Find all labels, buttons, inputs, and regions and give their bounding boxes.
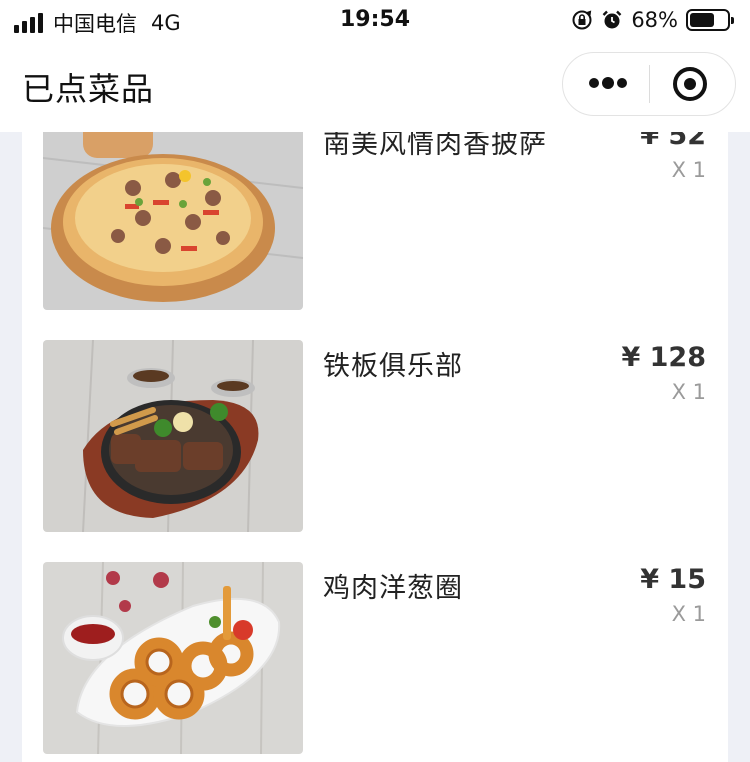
dish-item[interactable]: 铁板俱乐部 ¥ 128 X 1: [22, 340, 728, 532]
dish-name: 鸡肉洋葱圈: [323, 573, 463, 604]
dish-quantity: X 1: [671, 380, 706, 404]
battery-percent: 68%: [631, 8, 678, 32]
dish-item[interactable]: 鸡肉洋葱圈 ¥ 15 X 1: [22, 562, 728, 754]
onion-rings-photo: [43, 562, 303, 754]
dish-item[interactable]: 南美风情肉香披萨 ¥ 52 X 1: [22, 118, 728, 310]
dish-price: ¥ 15: [640, 564, 706, 595]
status-bar: 中国电信 4G 19:54 68%: [0, 0, 750, 42]
more-dots-icon: [617, 78, 627, 88]
page-title: 已点菜品: [22, 70, 155, 108]
dish-quantity: X 1: [671, 602, 706, 626]
status-right: 68%: [571, 8, 734, 32]
mini-program-capsule: [562, 52, 736, 116]
close-button[interactable]: [650, 53, 736, 115]
more-dots-icon: [602, 77, 614, 89]
alarm-icon: [602, 10, 622, 29]
more-dots-icon: [589, 78, 599, 88]
pizza-photo: [43, 118, 303, 310]
dish-price: ¥ 128: [621, 342, 706, 373]
rotation-lock-icon: [572, 10, 592, 30]
sizzling-platter-photo: [43, 340, 303, 532]
more-button[interactable]: [563, 53, 649, 115]
dish-name: 铁板俱乐部: [323, 351, 463, 382]
dish-quantity: X 1: [671, 158, 706, 182]
battery-icon: [686, 9, 734, 31]
nav-bar: 已点菜品: [0, 42, 750, 132]
battery-fill: [690, 13, 715, 27]
